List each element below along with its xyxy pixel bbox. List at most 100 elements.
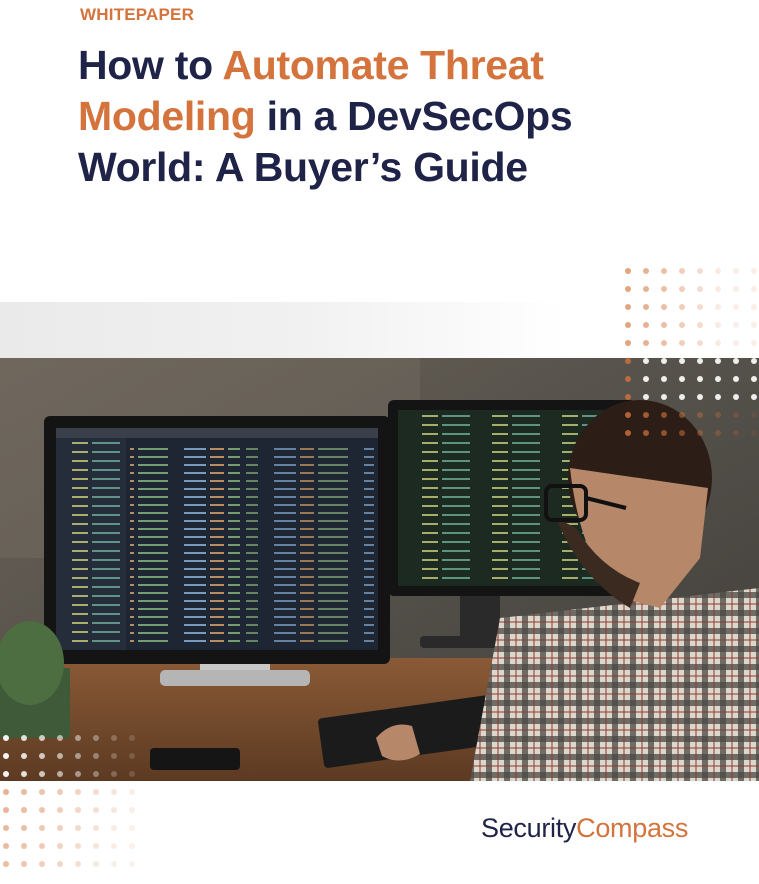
decor-dot: [93, 735, 99, 741]
decor-dot: [3, 789, 9, 795]
decor-dot: [21, 807, 27, 813]
decor-dot: [643, 268, 649, 274]
decor-dot: [715, 268, 721, 274]
decor-dot: [661, 412, 667, 418]
decor-dot: [697, 430, 703, 436]
decor-dot: [733, 430, 739, 436]
decor-dot: [39, 753, 45, 759]
decor-dot: [715, 322, 721, 328]
title-part-2: in a DevSecOps: [255, 93, 573, 139]
decor-dot: [697, 358, 703, 364]
decor-dot: [129, 753, 135, 759]
decor-dot: [661, 322, 667, 328]
decor-dot: [679, 304, 685, 310]
decor-dot: [733, 340, 739, 346]
decor-dot: [129, 789, 135, 795]
decor-dot: [751, 340, 757, 346]
decor-dot: [715, 340, 721, 346]
decor-dot: [661, 358, 667, 364]
decor-dot: [39, 807, 45, 813]
decor-dot: [679, 286, 685, 292]
decor-dot: [75, 807, 81, 813]
decor-dot: [75, 771, 81, 777]
dot-grid-top-right: [625, 268, 757, 436]
decor-dot: [697, 412, 703, 418]
decor-dot: [697, 286, 703, 292]
decor-dot: [57, 735, 63, 741]
decor-dot: [751, 430, 757, 436]
decor-dot: [111, 753, 117, 759]
decor-dot: [21, 825, 27, 831]
decor-dot: [679, 322, 685, 328]
decor-dot: [111, 825, 117, 831]
security-compass-logo: SecurityCompass: [481, 813, 688, 844]
decor-dot: [93, 843, 99, 849]
decor-dot: [715, 286, 721, 292]
decor-dot: [625, 412, 631, 418]
decor-dot: [21, 861, 27, 867]
decor-dot: [625, 430, 631, 436]
decor-dot: [733, 268, 739, 274]
decor-dot: [643, 340, 649, 346]
decor-dot: [111, 861, 117, 867]
decor-dot: [643, 304, 649, 310]
decor-dot: [57, 807, 63, 813]
decor-dot: [93, 753, 99, 759]
decor-dot: [93, 789, 99, 795]
decor-dot: [129, 807, 135, 813]
decor-dot: [625, 286, 631, 292]
decor-dot: [679, 394, 685, 400]
decor-dot: [39, 789, 45, 795]
decor-dot: [39, 825, 45, 831]
decor-dot: [733, 394, 739, 400]
decor-dot: [697, 340, 703, 346]
decor-dot: [57, 861, 63, 867]
decor-dot: [643, 412, 649, 418]
decor-dot: [661, 376, 667, 382]
decor-dot: [643, 394, 649, 400]
logo-part-2: Compass: [576, 813, 689, 843]
decor-dot: [39, 771, 45, 777]
decor-dot: [715, 376, 721, 382]
decor-dot: [111, 807, 117, 813]
decor-dot: [679, 430, 685, 436]
decor-dot: [111, 735, 117, 741]
decor-dot: [679, 358, 685, 364]
decor-dot: [625, 304, 631, 310]
decor-dot: [751, 322, 757, 328]
decor-dot: [3, 861, 9, 867]
decor-dot: [57, 753, 63, 759]
decor-dot: [697, 304, 703, 310]
decor-dot: [751, 268, 757, 274]
decor-dot: [3, 807, 9, 813]
decor-dot: [21, 789, 27, 795]
decor-dot: [643, 376, 649, 382]
decor-dot: [21, 753, 27, 759]
decor-dot: [733, 376, 739, 382]
decor-dot: [661, 268, 667, 274]
title-part-1: How to: [78, 42, 223, 88]
decor-dot: [733, 286, 739, 292]
decor-dot: [93, 771, 99, 777]
decor-dot: [111, 789, 117, 795]
decor-dot: [129, 825, 135, 831]
decor-dot: [39, 861, 45, 867]
decor-dot: [3, 753, 9, 759]
decor-dot: [661, 394, 667, 400]
decor-dot: [661, 340, 667, 346]
decor-dot: [697, 322, 703, 328]
decor-dot: [93, 807, 99, 813]
decor-dot: [57, 843, 63, 849]
decor-dot: [733, 358, 739, 364]
decor-dot: [733, 412, 739, 418]
decor-dot: [715, 304, 721, 310]
logo-part-1: Security: [481, 813, 577, 843]
decor-dot: [643, 322, 649, 328]
decor-dot: [3, 843, 9, 849]
decor-dot: [75, 789, 81, 795]
dot-grid-bottom-left: [3, 735, 135, 867]
decor-dot: [679, 340, 685, 346]
decor-dot: [697, 394, 703, 400]
decor-dot: [57, 825, 63, 831]
decor-dot: [697, 268, 703, 274]
